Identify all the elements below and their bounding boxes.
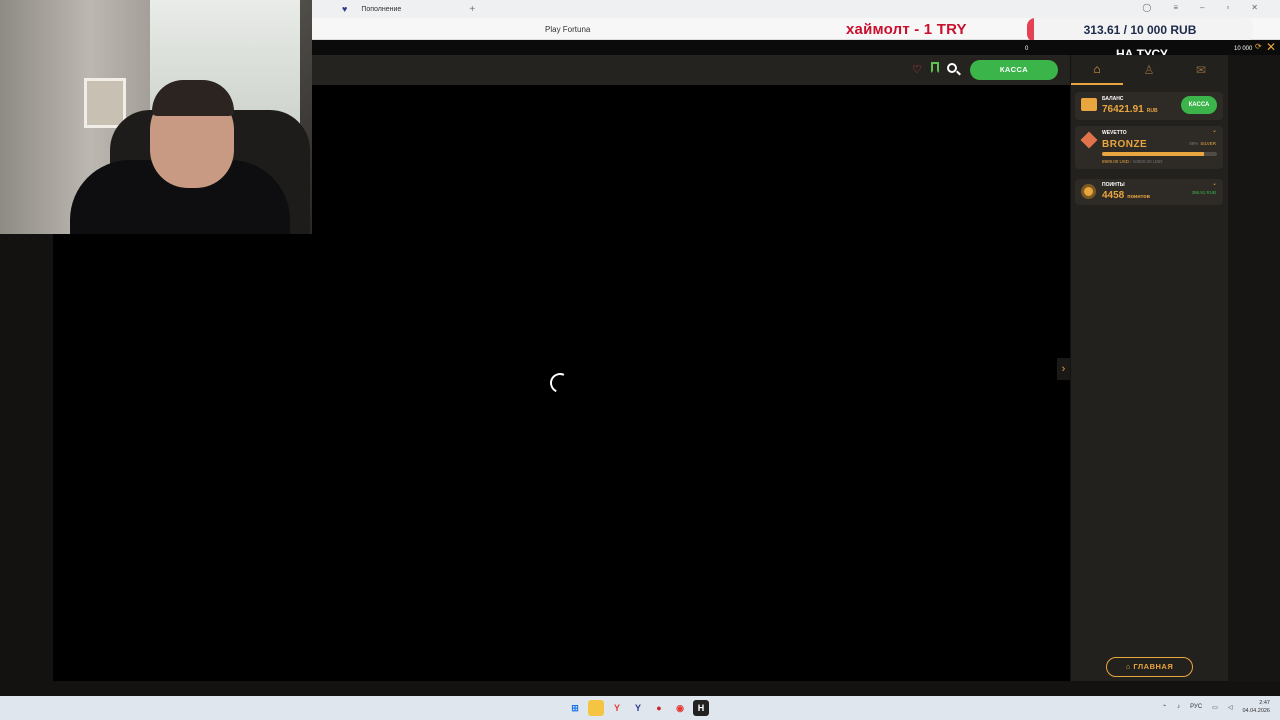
system-clock[interactable]: 2:47 04.04.2026: [1242, 699, 1270, 715]
sidebar-tab-profile[interactable]: ♙: [1123, 55, 1175, 85]
profile-icon[interactable]: ◯: [1142, 3, 1151, 12]
network-icon[interactable]: ▭: [1212, 704, 1218, 711]
donation-goal-text: 313.61 / 10 000 RUB: [1083, 23, 1197, 37]
close-icon[interactable]: ✕: [1266, 40, 1276, 54]
loyalty-next-level: 89% SILVER: [1189, 141, 1216, 146]
balance-currency: RUB: [1146, 108, 1158, 114]
home-icon: ⌂: [1093, 62, 1101, 76]
home-icon: ⌂: [1125, 662, 1131, 671]
tab-title: Пополнение: [361, 5, 402, 13]
bookmark-icon[interactable]: [931, 62, 939, 73]
sidebar-tab-home[interactable]: ⌂: [1071, 55, 1123, 85]
favorite-heart-icon[interactable]: ♡: [912, 63, 922, 76]
webcam-overlay: [0, 0, 312, 234]
start-windows-icon[interactable]: ⊞: [567, 700, 583, 716]
tab-favicon-icon: ♥: [342, 4, 348, 14]
os-taskbar: ⊞ Y Y ● ◉ H ⌃ ♪ РУС ▭ ◁ 2:47 04.04.2026: [0, 696, 1280, 720]
tray-chevron-icon[interactable]: ⌃: [1162, 704, 1167, 711]
balance-card: БАЛАНС 76421.91 RUB КАССА: [1075, 92, 1223, 120]
home-button[interactable]: ⌂ ГЛАВНАЯ: [1106, 657, 1193, 677]
goal-max-label: 10 000: [1234, 46, 1253, 52]
account-sidebar: ⌂ ♙ ✉ БАЛАНС 76421.91 RUB КАССА WEVETTO ⌄…: [1071, 55, 1228, 681]
points-card[interactable]: ПОИНТЫ ⌄ 4458 поинтов 398.91 RUB: [1075, 179, 1223, 205]
chevron-right-icon[interactable]: ›: [1057, 358, 1070, 380]
search-icon[interactable]: [947, 63, 957, 73]
donation-goal-bar: 313.61 / 10 000 RUB: [1027, 18, 1253, 42]
language-indicator[interactable]: РУС: [1190, 704, 1202, 710]
new-tab-icon[interactable]: +: [469, 4, 475, 15]
loyalty-progress-text: 8909.00 USD / 10000.00 USD: [1102, 159, 1163, 164]
chrome-icon[interactable]: ◉: [672, 700, 688, 716]
sidebar-tab-messages[interactable]: ✉: [1175, 55, 1227, 85]
page-title: Play Fortuna: [545, 25, 591, 34]
user-icon: ♙: [1143, 63, 1155, 77]
balance-label: БАЛАНС: [1102, 96, 1124, 102]
record-app-icon[interactable]: ●: [651, 700, 667, 716]
browser-tab-strip: ♥ Пополнение + ◯ ≡ – ▫ ✕: [312, 0, 1280, 18]
loyalty-progress-fill: [1102, 152, 1205, 156]
cashier-button[interactable]: КАССА: [970, 60, 1058, 80]
maximize-icon[interactable]: ▫: [1226, 3, 1229, 12]
coin-icon: [1081, 184, 1096, 199]
microphone-icon[interactable]: ♪: [1177, 704, 1180, 710]
close-window-icon[interactable]: ✕: [1251, 3, 1258, 12]
points-value: 4458 поинтов: [1102, 190, 1150, 201]
points-label: ПОИНТЫ: [1102, 182, 1125, 188]
wallet-icon: [1081, 98, 1097, 111]
promo-text: хаймолт - 1 TRY: [846, 21, 967, 38]
browser-tab[interactable]: ♥ Пополнение: [342, 4, 401, 14]
minimize-icon[interactable]: –: [1200, 3, 1204, 12]
loyalty-badge-icon: [1080, 131, 1098, 149]
page-right-margin: [1228, 55, 1280, 681]
goal-min-label: 0: [1025, 46, 1029, 52]
yandex-browser-icon[interactable]: Y: [609, 700, 625, 716]
points-rub-value: 398.91 RUB: [1191, 190, 1216, 195]
h-app-icon[interactable]: H: [693, 700, 709, 716]
loyalty-level: BRONZE: [1102, 139, 1148, 150]
loyalty-card[interactable]: WEVETTO ⌄ BRONZE 89% SILVER 8909.00 USD /…: [1075, 126, 1223, 169]
chevron-down-icon[interactable]: ⌄: [1212, 127, 1217, 134]
loyalty-label: WEVETTO: [1102, 130, 1127, 136]
balance-value: 76421.91 RUB: [1102, 104, 1158, 115]
file-explorer-icon[interactable]: [588, 700, 604, 716]
yandex-app-icon[interactable]: Y: [630, 700, 646, 716]
balance-cashier-button[interactable]: КАССА: [1181, 96, 1217, 114]
loyalty-progress-bar: [1102, 152, 1217, 156]
refresh-icon[interactable]: ⟳: [1255, 42, 1262, 51]
menu-icon[interactable]: ≡: [1173, 3, 1178, 12]
volume-icon[interactable]: ◁: [1228, 704, 1233, 711]
chevron-down-icon[interactable]: ⌄: [1212, 180, 1217, 187]
message-icon: ✉: [1195, 63, 1207, 77]
